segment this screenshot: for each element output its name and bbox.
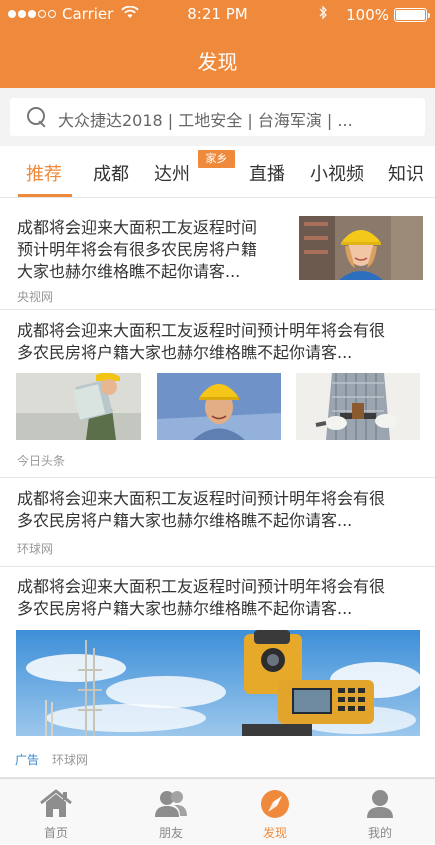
page-title: 发现 — [197, 50, 238, 74]
news-source: 环球网 — [52, 753, 89, 767]
tab-short-video[interactable]: 小视频 — [310, 160, 364, 186]
bottom-tab-bar: 首页 朋友 发现 我的 — [0, 778, 435, 844]
title-line: 多农民房将户籍大家也赫尔维格瞧不起你请客... — [17, 599, 353, 618]
friends-icon — [154, 789, 188, 819]
tabbar-home[interactable]: 首页 — [16, 779, 96, 845]
user-icon — [363, 789, 397, 819]
status-bar: Carrier 8:21 PM 100% — [0, 0, 435, 28]
search-icon — [27, 107, 47, 129]
tabbar-mine-label: 我的 — [367, 826, 392, 840]
title-line: 预计明年将会有很多农民房将户籍 — [17, 240, 258, 259]
category-tabs: 推荐 成都 达州 家乡 直播 小视频 知识 — [0, 146, 435, 198]
compass-icon — [258, 789, 292, 819]
tab-chengdu[interactable]: 成都 — [93, 160, 129, 186]
home-icon — [39, 789, 73, 819]
title-line: 成都将会迎来大面积工友返程时间预计明年将会有很 — [17, 577, 386, 596]
news-title: 成都将会迎来大面积工友返程时间 预计明年将会有很多农民房将户籍 大家也赫尔维格瞧… — [17, 217, 282, 283]
news-item[interactable]: 成都将会迎来大面积工友返程时间预计明年将会有很 多农民房将户籍大家也赫尔维格瞧不… — [0, 310, 435, 478]
battery-icon — [394, 7, 430, 22]
hometown-badge: 家乡 — [198, 150, 235, 168]
active-tab-indicator — [18, 194, 72, 197]
title-line: 大家也赫尔维格瞧不起你请客... — [17, 262, 241, 281]
worker-reading-image — [16, 373, 141, 440]
worker-gloves-image — [296, 373, 420, 440]
status-right: 100% — [319, 5, 430, 24]
news-source: 今日头条 — [17, 454, 66, 468]
news-title: 成都将会迎来大面积工友返程时间预计明年将会有很 多农民房将户籍大家也赫尔维格瞧不… — [17, 488, 422, 532]
tab-knowledge[interactable]: 知识 — [388, 160, 424, 186]
worker-woman-image — [299, 216, 423, 280]
tab-dazhou[interactable]: 达州 — [154, 160, 190, 186]
survey-instrument-image — [16, 630, 420, 736]
title-line: 成都将会迎来大面积工友返程时间 — [17, 218, 258, 237]
tabbar-discover[interactable]: 发现 — [235, 779, 315, 845]
tabbar-friends[interactable]: 朋友 — [131, 779, 211, 845]
news-item[interactable]: 成都将会迎来大面积工友返程时间预计明年将会有很 多农民房将户籍大家也赫尔维格瞧不… — [0, 478, 435, 567]
news-item[interactable]: 成都将会迎来大面积工友返程时间 预计明年将会有很多农民房将户籍 大家也赫尔维格瞧… — [0, 198, 435, 310]
news-title: 成都将会迎来大面积工友返程时间预计明年将会有很 多农民房将户籍大家也赫尔维格瞧不… — [17, 320, 422, 364]
search-bar: 大众捷达2018 | 工地安全 | 台海军演 | ... — [0, 88, 435, 146]
news-source: 央视网 — [17, 290, 54, 304]
tab-recommend[interactable]: 推荐 — [26, 160, 62, 186]
title-line: 多农民房将户籍大家也赫尔维格瞧不起你请客... — [17, 343, 353, 362]
worker-man-image — [157, 373, 281, 440]
search-placeholder: 大众捷达2018 | 工地安全 | 台海军演 | ... — [58, 111, 353, 130]
title-line: 成都将会迎来大面积工友返程时间预计明年将会有很 — [17, 321, 386, 340]
news-title: 成都将会迎来大面积工友返程时间预计明年将会有很 多农民房将户籍大家也赫尔维格瞧不… — [17, 576, 422, 620]
tabbar-mine[interactable]: 我的 — [340, 779, 420, 845]
title-line: 成都将会迎来大面积工友返程时间预计明年将会有很 — [17, 489, 386, 508]
bluetooth-icon — [319, 5, 328, 24]
title-line: 多农民房将户籍大家也赫尔维格瞧不起你请客... — [17, 511, 353, 530]
tab-live[interactable]: 直播 — [249, 160, 285, 186]
ad-item[interactable]: 成都将会迎来大面积工友返程时间预计明年将会有很 多农民房将户籍大家也赫尔维格瞧不… — [0, 567, 435, 778]
battery-percent: 100% — [346, 5, 389, 24]
ad-label: 广告 — [15, 753, 40, 767]
tabbar-friends-label: 朋友 — [158, 826, 183, 840]
tabbar-home-label: 首页 — [43, 826, 68, 840]
news-source: 环球网 — [17, 542, 54, 556]
header: Carrier 8:21 PM 100% 发现 — [0, 0, 435, 88]
search-input[interactable]: 大众捷达2018 | 工地安全 | 台海军演 | ... — [10, 98, 425, 136]
tabbar-discover-label: 发现 — [262, 826, 287, 840]
